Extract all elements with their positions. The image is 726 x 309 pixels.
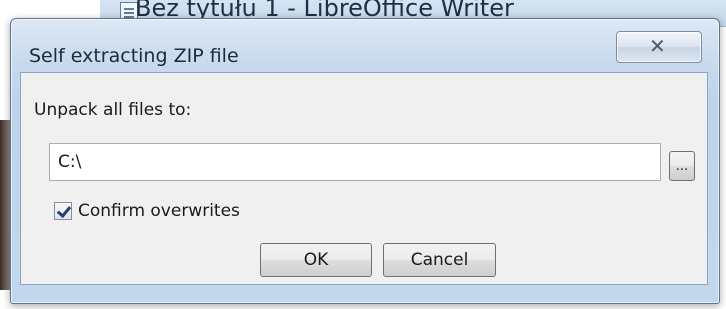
- browse-button[interactable]: ...: [669, 151, 695, 181]
- cancel-button[interactable]: Cancel: [383, 243, 496, 277]
- unpack-label: Unpack all files to:: [34, 100, 192, 120]
- close-icon: ✕: [649, 34, 666, 58]
- checkmark-icon[interactable]: [54, 202, 72, 220]
- ok-button[interactable]: OK: [260, 243, 372, 277]
- destination-path-input[interactable]: [49, 143, 661, 181]
- close-button[interactable]: ✕: [616, 31, 702, 63]
- dialog-title: Self extracting ZIP file: [29, 45, 239, 67]
- confirm-overwrites-label[interactable]: Confirm overwrites: [78, 201, 240, 221]
